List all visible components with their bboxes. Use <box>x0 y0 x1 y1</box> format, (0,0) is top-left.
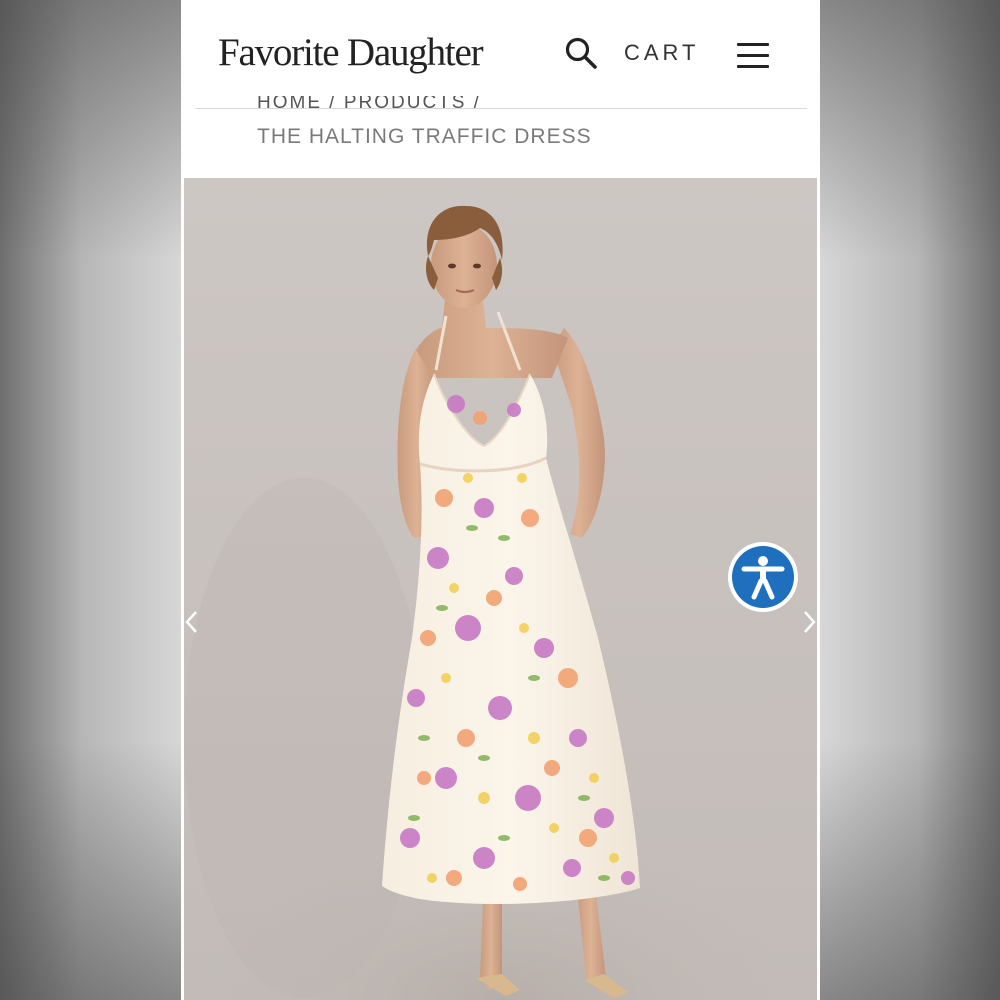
header-divider <box>195 108 807 109</box>
left-shade-top <box>0 0 181 260</box>
breadcrumb-path[interactable]: HOME / PRODUCTS / <box>257 96 481 114</box>
site-header: Favorite Daughter CART <box>181 0 820 108</box>
product-page: Favorite Daughter CART HOME / PRODUCTS /… <box>181 0 820 1000</box>
accessibility-button[interactable] <box>727 541 799 613</box>
product-photo <box>184 178 817 1000</box>
breadcrumb: HOME / PRODUCTS / <box>257 96 481 118</box>
right-blurred-backdrop <box>820 0 1000 1000</box>
next-image-button[interactable] <box>799 608 817 636</box>
search-button[interactable] <box>564 36 598 70</box>
chevron-left-icon <box>185 611 197 633</box>
right-shade-bottom <box>820 740 1000 1000</box>
hamburger-menu-icon <box>737 43 769 68</box>
product-title: THE HALTING TRAFFIC DRESS <box>257 125 592 148</box>
menu-button[interactable] <box>737 43 769 69</box>
cart-link[interactable]: CART <box>624 40 700 66</box>
left-blurred-backdrop <box>0 0 181 1000</box>
brand-logo[interactable]: Favorite Daughter <box>218 30 484 75</box>
right-shade-top <box>820 0 1000 260</box>
product-image-gallery[interactable] <box>184 178 817 1000</box>
accessibility-icon <box>728 542 798 612</box>
previous-image-button[interactable] <box>184 608 202 636</box>
chevron-right-icon <box>804 611 816 633</box>
left-shade-bottom <box>0 740 181 1000</box>
search-icon <box>565 37 597 69</box>
